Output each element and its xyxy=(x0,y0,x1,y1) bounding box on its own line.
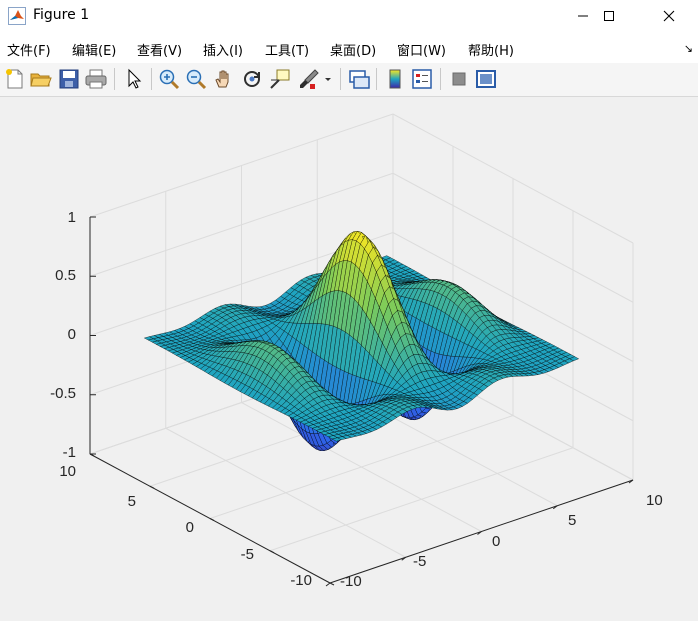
select-arrow-icon[interactable] xyxy=(122,67,146,91)
close-icon xyxy=(663,10,675,22)
x-tick-label: 10 xyxy=(646,492,663,509)
close-button[interactable] xyxy=(646,0,692,32)
link-plot-icon[interactable] xyxy=(347,67,371,91)
new-figure-icon[interactable] xyxy=(3,67,27,91)
x-tick-label: 5 xyxy=(568,512,576,529)
menu-help[interactable]: 帮助(H) xyxy=(468,40,514,59)
y-tick-label: -5 xyxy=(241,546,254,563)
figure-canvas: 1 0.5 0 -0.5 -1 10 5 0 -5 -10 -10 -5 0 5… xyxy=(50,113,663,590)
y-tick xyxy=(209,518,215,521)
x-tick-label: -5 xyxy=(413,553,426,570)
legend-icon[interactable] xyxy=(410,67,434,91)
brush-dropdown-icon[interactable] xyxy=(322,67,334,91)
menu-window[interactable]: 窗口(W) xyxy=(397,40,446,59)
save-icon[interactable] xyxy=(57,67,81,91)
zoom-in-icon[interactable] xyxy=(157,67,181,91)
x-tick xyxy=(325,582,331,587)
y-tick-label: 10 xyxy=(59,463,76,480)
surface-plot xyxy=(143,230,580,452)
menu-bar: 文件(F) 编辑(E) 查看(V) 插入(I) 工具(T) 桌面(D) 窗口(W… xyxy=(0,32,698,63)
z-tick-label: 0 xyxy=(68,326,76,343)
maximize-icon xyxy=(604,11,614,21)
y-tick-label: 0 xyxy=(186,519,194,536)
y-tick-label: -10 xyxy=(290,572,312,589)
menu-file[interactable]: 文件(F) xyxy=(7,40,51,59)
open-file-icon[interactable] xyxy=(29,67,53,91)
z-tick-label: -1 xyxy=(63,444,76,461)
y-tick-label: 5 xyxy=(128,493,136,510)
menu-tools[interactable]: 工具(T) xyxy=(265,40,309,59)
z-tick-label: 1 xyxy=(68,209,76,226)
z-tick-label: 0.5 xyxy=(55,267,76,284)
menu-view[interactable]: 查看(V) xyxy=(137,40,182,59)
window-title: Figure 1 xyxy=(33,7,90,23)
rotate-3d-icon[interactable] xyxy=(240,67,264,91)
menu-desktop[interactable]: 桌面(D) xyxy=(330,40,376,59)
brush-icon[interactable] xyxy=(297,67,321,91)
z-tick-label: -0.5 xyxy=(50,385,76,402)
menu-edit[interactable]: 编辑(E) xyxy=(72,40,116,59)
dock-arrow-icon[interactable]: ↘ xyxy=(684,42,693,55)
hide-plot-tools-icon[interactable] xyxy=(447,67,471,91)
maximize-button[interactable] xyxy=(586,0,632,32)
menu-insert[interactable]: 插入(I) xyxy=(203,40,243,59)
colorbar-icon[interactable] xyxy=(383,67,407,91)
data-cursor-icon[interactable] xyxy=(268,67,292,91)
print-icon[interactable] xyxy=(84,67,108,91)
matlab-icon xyxy=(8,7,26,25)
x-tick-label: 0 xyxy=(492,533,500,550)
title-bar: Figure 1 xyxy=(0,0,698,32)
y-tick xyxy=(269,550,275,554)
grid-line xyxy=(269,447,574,552)
show-plot-tools-icon[interactable] xyxy=(474,67,498,91)
zoom-out-icon[interactable] xyxy=(184,67,208,91)
pan-hand-icon[interactable] xyxy=(212,67,236,91)
x-tick-label: -10 xyxy=(340,573,362,590)
figure-toolbar xyxy=(0,63,698,97)
y-tick xyxy=(329,582,335,586)
y-tick xyxy=(149,485,155,489)
